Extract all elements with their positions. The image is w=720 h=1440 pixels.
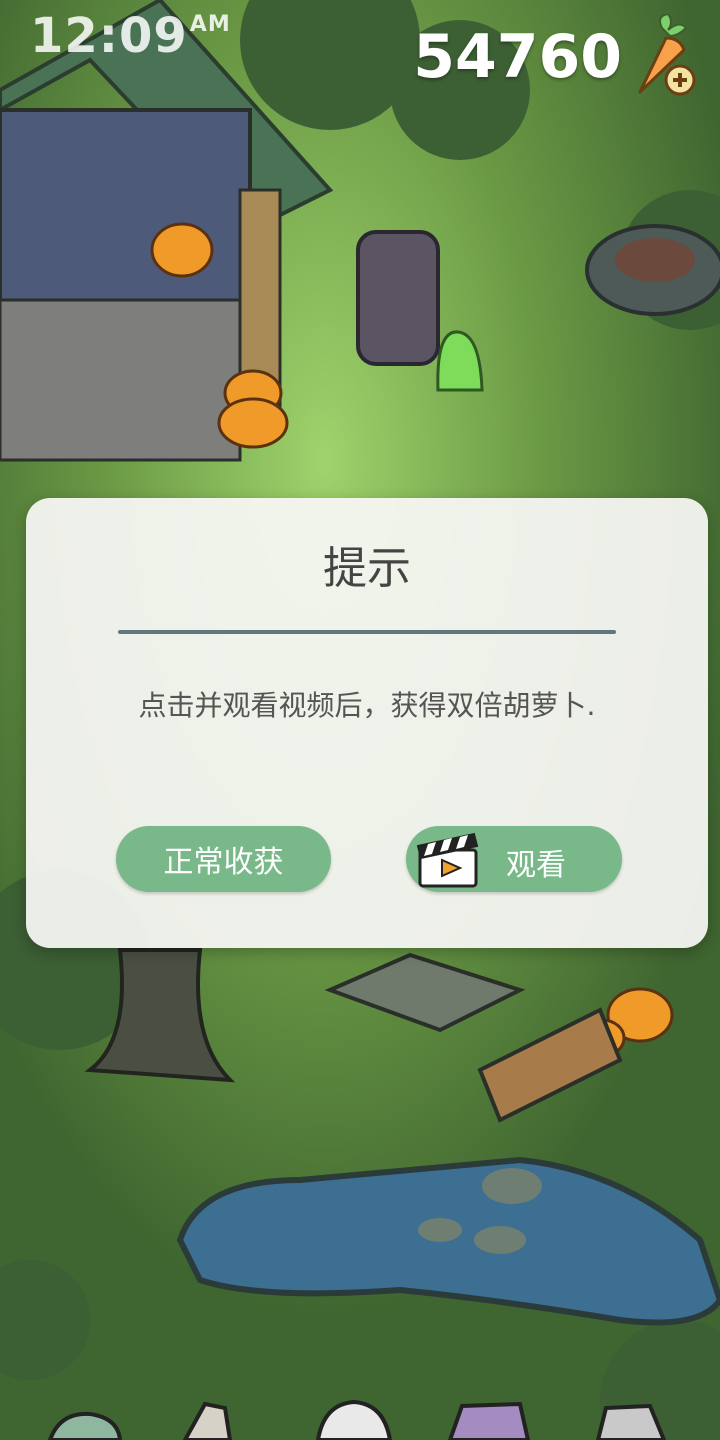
status-bar-time: 12:09AM [30,8,231,64]
stone-fountain [585,224,720,316]
bottom-icon-2[interactable] [182,1401,233,1440]
carrot-plus-icon[interactable] [622,14,702,102]
bottom-icon-5[interactable] [595,1403,667,1440]
bottom-icon-3[interactable] [315,1399,393,1440]
watch-video-button[interactable]: 观看 [406,826,622,892]
bottom-icon-4[interactable] [447,1401,531,1440]
video-clapperboard-icon [416,832,479,888]
dialog-divider [118,630,616,634]
time-ampm: AM [189,12,231,37]
bottom-icon-1[interactable] [47,1411,123,1440]
time-text: 12:09 [30,8,188,64]
dialog-title: 提示 [323,543,411,594]
watch-video-label: 观看 [506,848,566,883]
normal-harvest-label: 正常收获 [163,845,284,880]
coffin [356,230,440,366]
normal-harvest-button[interactable]: 正常收获 [116,826,331,892]
bottom-toolbar-icons [47,1399,667,1440]
dialog-message: 点击并观看视频后，获得双倍胡萝卜. [138,689,596,722]
carrot-counter: 54760 [413,22,622,92]
reward-dialog: 提示 点击并观看视频后，获得双倍胡萝卜. 正常收获 观看 [26,498,708,948]
